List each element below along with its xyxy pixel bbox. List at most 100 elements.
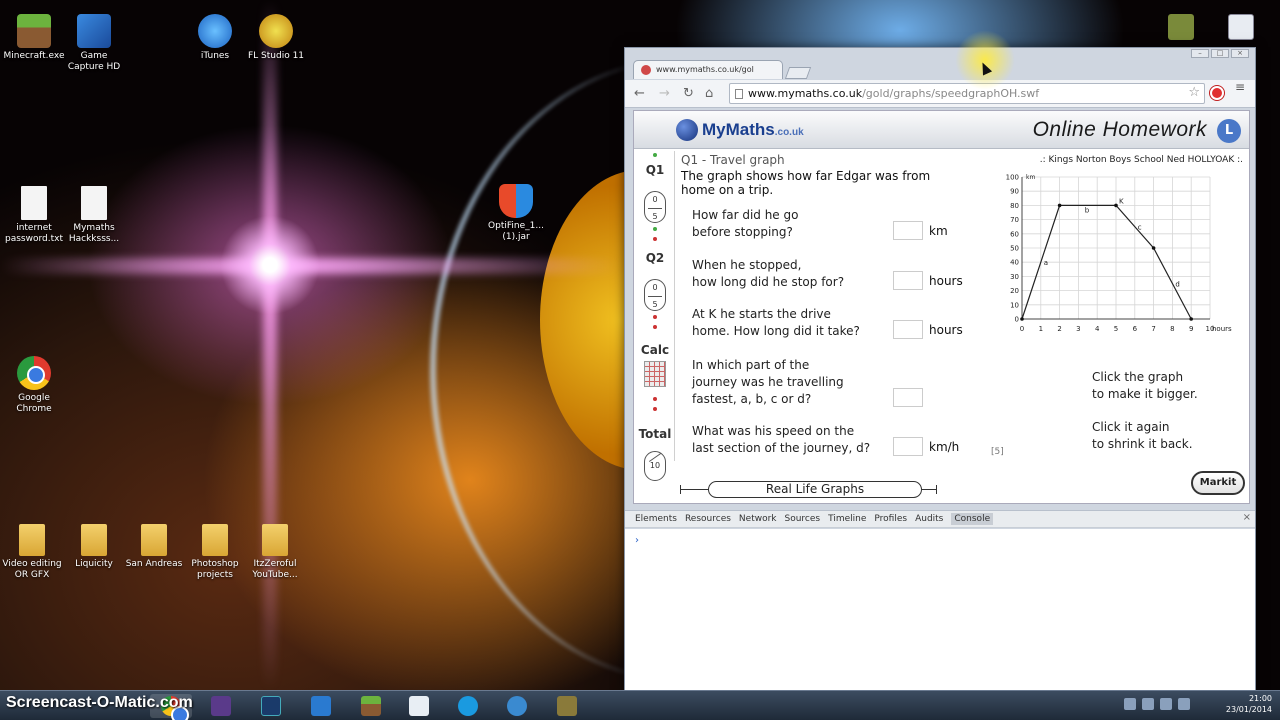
answer-input-3[interactable] (893, 320, 923, 339)
itunes-icon (198, 14, 232, 48)
unit-label-1: km (929, 224, 948, 238)
x-tick-label: 9 (1189, 325, 1193, 333)
play-icon (311, 696, 331, 716)
menu-icon[interactable]: ≡ (1235, 81, 1247, 93)
y-tick-label: 40 (1010, 259, 1019, 267)
devtools-tab-elements[interactable]: Elements (635, 514, 677, 524)
taskbar-skype[interactable] (447, 694, 489, 718)
chrome-icon (17, 356, 51, 390)
devtools-close-icon[interactable]: × (1243, 512, 1251, 523)
taskbar-network[interactable] (496, 694, 538, 718)
desktop-icon-minecraft[interactable]: Minecraft.exe (2, 14, 66, 62)
globe-icon (507, 696, 527, 716)
tray-volume-icon[interactable] (1178, 698, 1190, 710)
status-dot (653, 237, 657, 241)
desktop-icon-fl-studio[interactable]: FL Studio 11 (244, 14, 308, 62)
question-sidebar: Q1 05 Q2 05 Calc Total 10 (638, 151, 672, 481)
devtools-tab-console[interactable]: Console (951, 513, 994, 525)
travel-graph[interactable]: 0 1 2 3 4 5 6 7 8 9 10 0 10 20 30 40 50 60 70 80 90 100 hours k… (996, 169, 1246, 334)
travel-graph-svg[interactable]: 0 1 2 3 4 5 6 7 8 9 100102030405060708090100hoursk… (996, 169, 1246, 334)
answer-input-2[interactable] (893, 271, 923, 290)
sidebar-total: Total (638, 427, 672, 441)
desktop-icon-password-txt[interactable]: internet password.txt (2, 186, 66, 245)
close-button[interactable]: × (1231, 49, 1249, 58)
text-file-icon (81, 186, 107, 220)
address-bar[interactable]: www.mymaths.co.uk/gold/graphs/speedgraph… (729, 83, 1205, 104)
desktop-icon-optifine[interactable]: OptiFine_1... (1).jar (484, 184, 548, 243)
game-capture-icon (77, 14, 111, 48)
chrome-window: – □ × www.mymaths.co.uk/gol ← → ↻ ⌂ www.… (624, 47, 1256, 690)
status-dot (653, 315, 657, 319)
system-tray-icons (1124, 698, 1190, 710)
mymaths-page: MyMaths.co.uk Online Homework L Q1 05 Q2… (633, 110, 1250, 504)
calculator-icon[interactable] (644, 361, 666, 387)
taskbar-media-player[interactable] (300, 694, 342, 718)
x-axis-label: hours (1212, 325, 1232, 333)
devtools-tab-network[interactable]: Network (739, 514, 777, 524)
status-dot (653, 325, 657, 329)
folder-icon (19, 524, 45, 556)
x-tick-label: 0 (1020, 325, 1024, 333)
forward-arrow-icon[interactable]: → (659, 86, 670, 101)
total-score: 10 (644, 451, 666, 481)
minimize-button[interactable]: – (1191, 49, 1209, 58)
minecraft-icon (361, 696, 381, 716)
desktop-folder-san-andreas[interactable]: San Andreas (122, 524, 186, 570)
devtools-console[interactable]: › (625, 529, 1255, 690)
minecraft-icon (17, 14, 51, 48)
markit-button[interactable]: Markit (1191, 471, 1245, 495)
devtools-tab-audits[interactable]: Audits (915, 514, 943, 524)
taskbar-minecraft[interactable] (350, 694, 392, 718)
data-point (1114, 203, 1118, 208)
unit-label-3: hours (929, 323, 963, 337)
desktop-folder-video[interactable]: Video editing OR GFX (0, 524, 64, 581)
back-arrow-icon[interactable]: ← (634, 86, 645, 101)
maximize-button[interactable]: □ (1211, 49, 1229, 58)
notepad-icon (409, 696, 429, 716)
answer-input-1[interactable] (893, 221, 923, 240)
desktop-folder-liquicity[interactable]: Liquicity (62, 524, 126, 570)
real-life-graphs-button[interactable]: Real Life Graphs (708, 481, 922, 498)
logout-button[interactable]: L (1217, 119, 1241, 143)
desktop-icon-game-capture[interactable]: Game Capture HD (62, 14, 126, 73)
taskbar-game[interactable] (546, 694, 588, 718)
reload-icon[interactable]: ↻ (683, 86, 694, 101)
segment-label: a (1044, 259, 1048, 267)
tray-flag-icon[interactable] (1160, 698, 1172, 710)
data-point (1151, 246, 1156, 250)
desktop-icon-itunes[interactable]: iTunes (183, 14, 247, 62)
new-tab-button[interactable] (784, 67, 812, 79)
answer-input-5[interactable] (893, 437, 923, 456)
sidebar-q2[interactable]: Q2 (638, 251, 672, 265)
folder-icon (202, 524, 228, 556)
devtools-tab-resources[interactable]: Resources (685, 514, 731, 524)
calendar-icon[interactable] (1228, 14, 1254, 40)
desktop-icon-topright-1[interactable] (1168, 14, 1194, 40)
desktop-folder-photoshop[interactable]: Photoshop projects (183, 524, 247, 581)
devtools-tab-sources[interactable]: Sources (785, 514, 821, 524)
taskbar-notepad[interactable] (398, 694, 440, 718)
record-extension-icon[interactable] (1210, 86, 1224, 100)
sidebar-q1[interactable]: Q1 (638, 163, 672, 177)
answer-input-4[interactable] (893, 388, 923, 407)
star-icon[interactable]: ☆ (1188, 85, 1200, 100)
wallpaper-flare-vertical (263, 0, 277, 690)
browser-tab[interactable]: www.mymaths.co.uk/gol (633, 60, 783, 79)
system-clock[interactable]: 21:00 23/01/2014 (1226, 693, 1272, 715)
point-label-k: K (1119, 197, 1124, 205)
sidebar-calc[interactable]: Calc (638, 343, 672, 357)
home-icon[interactable]: ⌂ (705, 86, 713, 101)
devtools-tab-timeline[interactable]: Timeline (828, 514, 866, 524)
taskbar-editor[interactable] (200, 694, 242, 718)
browser-toolbar: ← → ↻ ⌂ www.mymaths.co.uk/gold/graphs/sp… (625, 80, 1255, 108)
devtools-tab-profiles[interactable]: Profiles (874, 514, 907, 524)
marks-label: [5] (991, 447, 1004, 457)
x-tick-label: 3 (1076, 325, 1080, 333)
desktop-icon-chrome[interactable]: Google Chrome (2, 356, 66, 415)
tray-arrow-icon[interactable] (1124, 698, 1136, 710)
tray-network-icon[interactable] (1142, 698, 1154, 710)
desktop-icon-mymaths-hack[interactable]: Mymaths Hackksss... (62, 186, 126, 245)
taskbar-photoshop[interactable] (250, 694, 292, 718)
mymaths-header: MyMaths.co.uk Online Homework L (634, 111, 1249, 149)
desktop-folder-youtube[interactable]: ItzZeroful YouTube... (243, 524, 307, 581)
